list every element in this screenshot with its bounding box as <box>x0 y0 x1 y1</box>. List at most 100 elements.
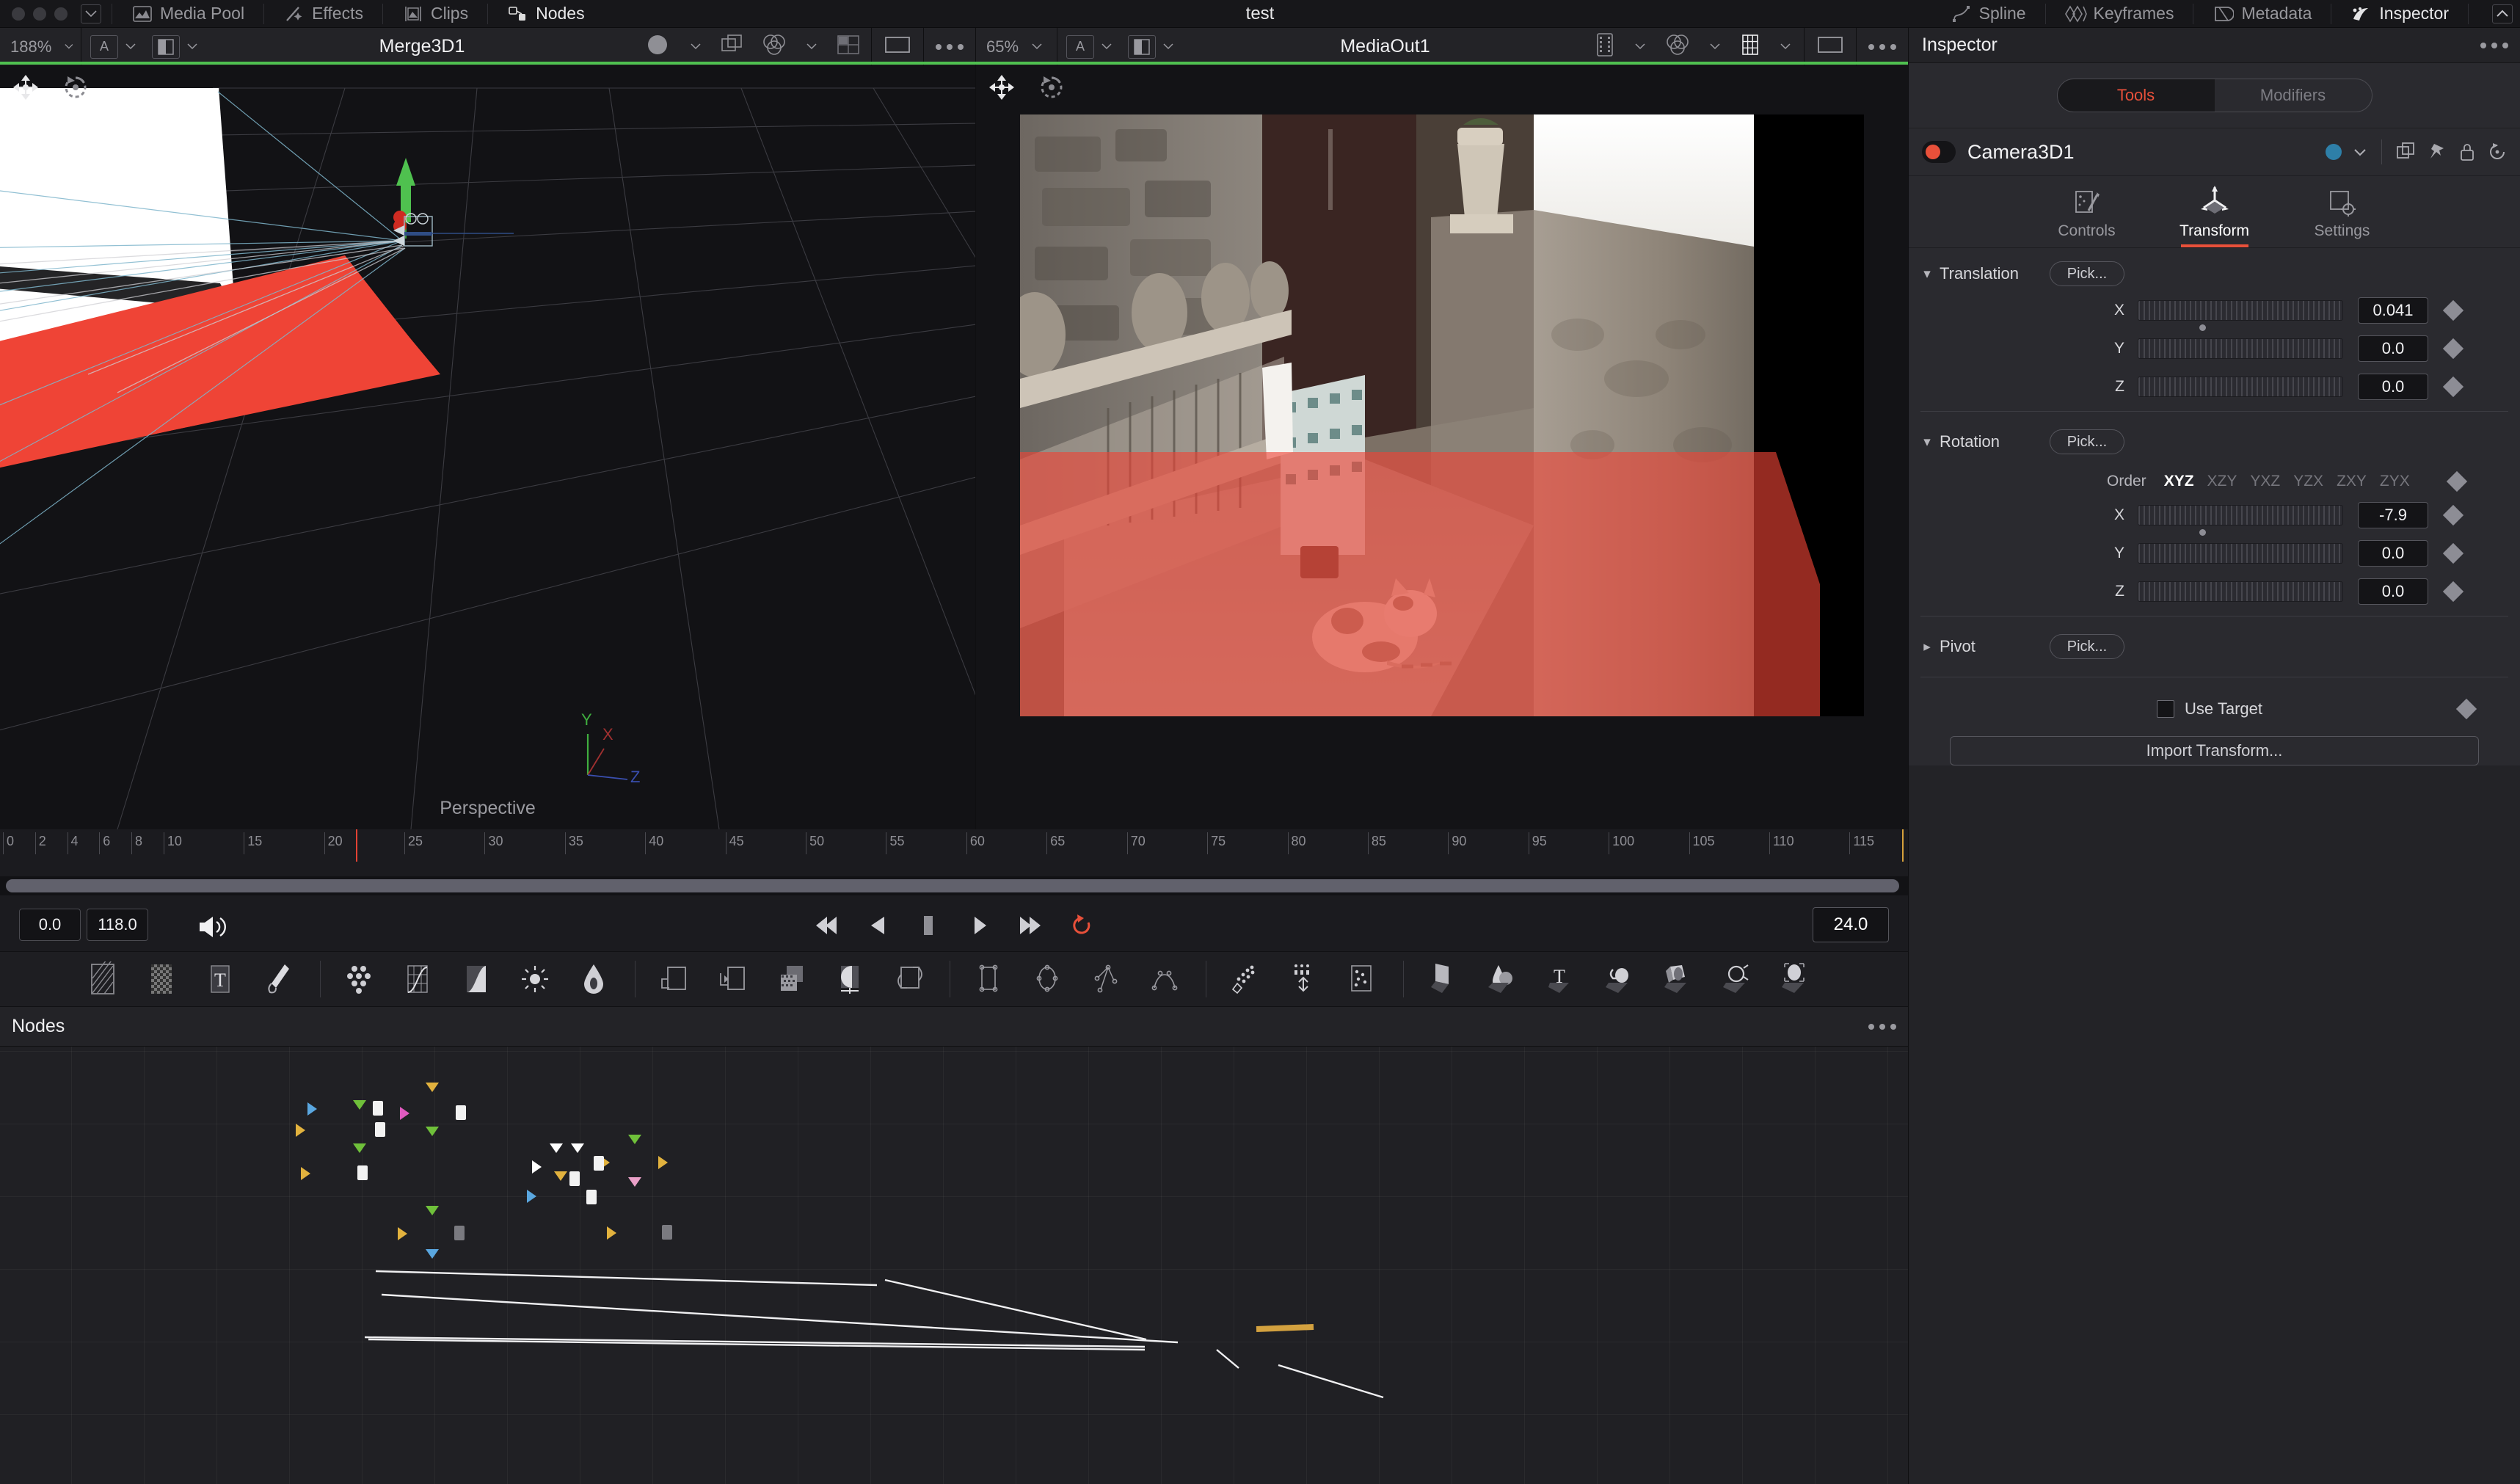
keyframe-diamond-icon[interactable] <box>2442 581 2464 603</box>
translation-pick-button[interactable]: Pick... <box>2050 261 2124 286</box>
import-transform-button[interactable]: Import Transform... <box>1950 736 2479 765</box>
image-plane-3d-icon[interactable] <box>1420 959 1464 1000</box>
lut-icon[interactable] <box>152 34 180 59</box>
viewer-right-options-icon[interactable] <box>1857 43 1908 50</box>
order-option-xyz[interactable]: XYZ <box>2164 473 2194 490</box>
node-port[interactable] <box>569 1171 580 1186</box>
color-channels-icon[interactable] <box>757 34 792 59</box>
order-option-yxz[interactable]: YXZ <box>2250 473 2280 490</box>
translation-y-value[interactable]: 0.0 <box>2358 335 2428 362</box>
chevron-down-icon[interactable] <box>187 43 197 50</box>
viewer-right[interactable] <box>976 66 1908 829</box>
viewer-left-options-icon[interactable] <box>924 43 975 50</box>
translation-section-header[interactable]: ▾ Translation Pick... <box>1909 252 2520 295</box>
keyframe-diamond-icon[interactable] <box>2442 338 2464 360</box>
loop-button[interactable] <box>1063 907 1101 944</box>
node-port[interactable] <box>662 1225 672 1240</box>
node-connector-arrow[interactable] <box>628 1135 641 1144</box>
color-curves-icon[interactable] <box>396 959 440 1000</box>
inspector-options-icon[interactable] <box>2469 42 2520 48</box>
tab-nodes[interactable]: Nodes <box>498 0 593 28</box>
node-connector-arrow[interactable] <box>607 1226 616 1240</box>
transform-3d-icon[interactable] <box>886 959 931 1000</box>
node-connector-arrow[interactable] <box>658 1156 668 1169</box>
fit-frame-icon[interactable] <box>1805 35 1856 58</box>
node-connector-arrow[interactable] <box>554 1171 567 1181</box>
tab-transform[interactable]: Transform <box>2171 186 2259 247</box>
node-connector-arrow[interactable] <box>527 1190 536 1203</box>
rotation-z-value[interactable]: 0.0 <box>2358 578 2428 605</box>
chevron-down-icon[interactable] <box>691 43 701 50</box>
node-connector-arrow[interactable] <box>398 1227 407 1240</box>
fit-frame-icon[interactable] <box>872 35 923 58</box>
transform-icon[interactable] <box>652 959 696 1000</box>
order-option-yzx[interactable]: YZX <box>2293 473 2323 490</box>
channel-badge-left[interactable]: A <box>90 34 118 59</box>
keyframe-diamond-icon[interactable] <box>2446 470 2467 492</box>
rectangle-mask-icon[interactable] <box>966 959 1010 1000</box>
chevron-down-icon[interactable] <box>1101 43 1112 50</box>
copy-layers-icon[interactable] <box>715 34 749 59</box>
timeline-scroll-thumb[interactable] <box>6 879 1899 892</box>
node-port[interactable] <box>454 1226 465 1240</box>
merge-icon[interactable] <box>769 959 813 1000</box>
chevron-down-icon[interactable] <box>1635 43 1645 50</box>
pivot-pick-button[interactable]: Pick... <box>2050 634 2124 659</box>
zoom-level-right[interactable]: 65% <box>976 37 1057 57</box>
window-controls[interactable] <box>0 7 68 21</box>
order-option-zyx[interactable]: ZYX <box>2380 473 2410 490</box>
tab-effects[interactable]: Effects <box>274 0 372 28</box>
node-color-swatch[interactable] <box>2326 144 2342 160</box>
pin-icon[interactable] <box>2428 142 2447 161</box>
polygon-mask-icon[interactable] <box>1084 959 1128 1000</box>
chevron-down-icon[interactable]: ▾ <box>1918 434 1937 451</box>
tab-keyframes[interactable]: Keyframes <box>2056 0 2183 28</box>
node-connector-arrow[interactable] <box>301 1167 310 1180</box>
dissolve-icon[interactable] <box>828 959 872 1000</box>
chevron-down-icon[interactable] <box>81 4 101 23</box>
collapse-panel-icon[interactable] <box>2492 4 2513 23</box>
translation-x-slider[interactable] <box>2138 300 2343 321</box>
playhead[interactable] <box>356 829 358 862</box>
node-connector-arrow[interactable] <box>307 1102 317 1116</box>
pan-tool-icon[interactable] <box>986 72 1017 103</box>
bspline-mask-icon[interactable] <box>1143 959 1187 1000</box>
color-corrector-icon[interactable] <box>572 959 616 1000</box>
chevron-down-icon[interactable]: ▾ <box>1918 266 1937 283</box>
tab-metadata[interactable]: Metadata <box>2204 0 2320 28</box>
use-target-checkbox[interactable] <box>2157 700 2174 718</box>
keyframe-diamond-icon[interactable] <box>2442 504 2464 526</box>
rotation-x-value[interactable]: -7.9 <box>2358 502 2428 528</box>
lock-icon[interactable] <box>2458 142 2476 161</box>
camera-3d-icon[interactable] <box>1596 959 1640 1000</box>
background-icon[interactable] <box>81 959 125 1000</box>
tab-settings[interactable]: Settings <box>2298 186 2386 247</box>
node-connector-arrow[interactable] <box>628 1177 641 1187</box>
rotation-y-slider[interactable] <box>2138 543 2343 564</box>
circle-icon[interactable] <box>639 32 676 61</box>
tab-controls[interactable]: Controls <box>2043 186 2131 247</box>
channel-badge-right[interactable]: A <box>1066 34 1094 59</box>
node-port[interactable] <box>375 1122 385 1137</box>
node-connector-arrow[interactable] <box>550 1143 563 1153</box>
rotation-pick-button[interactable]: Pick... <box>2050 429 2124 454</box>
out-point-field[interactable]: 118.0 <box>87 909 148 941</box>
keyframe-diamond-icon[interactable] <box>2442 299 2464 321</box>
resize-icon[interactable] <box>710 959 754 1000</box>
particle-render-icon[interactable] <box>1340 959 1384 1000</box>
tab-spline[interactable]: Spline <box>1942 0 2035 28</box>
rotate-tool-icon[interactable] <box>60 72 91 103</box>
keyframe-diamond-icon[interactable] <box>2442 542 2464 564</box>
node-port[interactable] <box>456 1105 466 1120</box>
renderer-3d-icon[interactable] <box>1714 959 1758 1000</box>
tab-clips[interactable]: Clips <box>393 0 477 28</box>
node-connector-arrow[interactable] <box>296 1124 305 1137</box>
shape-3d-icon[interactable] <box>1479 959 1523 1000</box>
timeline-ruler[interactable]: 0 2 4 6 8 10 15 20 25 30 35 40 45 50 55 60 65 70 75 80 85 90 9… <box>0 829 1908 865</box>
node-connector-arrow[interactable] <box>353 1100 366 1110</box>
node-port[interactable] <box>357 1165 368 1180</box>
gamma-curve-icon[interactable] <box>454 959 498 1000</box>
tools-modifiers-segment[interactable]: Tools Modifiers <box>2056 79 2372 112</box>
rotation-z-slider[interactable] <box>2138 581 2343 602</box>
ellipse-mask-icon[interactable] <box>1025 959 1069 1000</box>
